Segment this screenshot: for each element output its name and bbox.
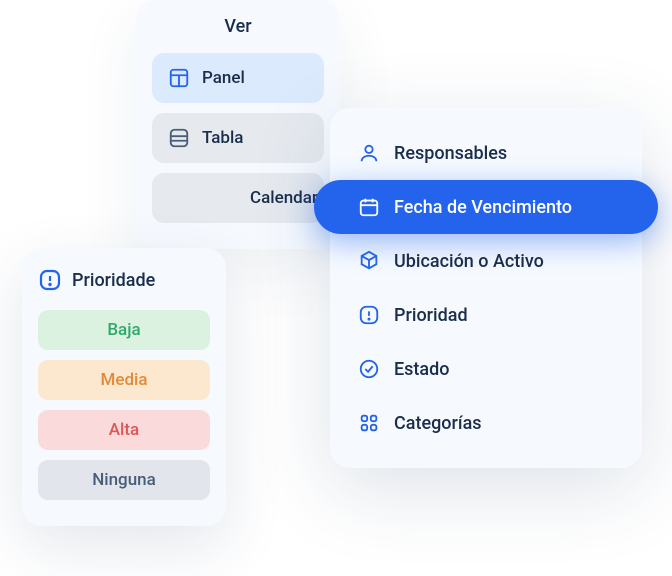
filter-item-label: Fecha de Vencimiento — [394, 197, 572, 218]
filter-item-prioridad[interactable]: Prioridad — [330, 288, 642, 342]
priority-panel-title: Prioridade — [72, 270, 155, 291]
view-option-label: Tabla — [202, 128, 243, 148]
check-circle-icon — [358, 358, 380, 380]
priority-chip-alta[interactable]: Alta — [38, 410, 210, 450]
priority-panel-header: Prioridade — [38, 268, 210, 292]
exclamation-icon — [358, 304, 380, 326]
view-option-panel[interactable]: Panel — [152, 53, 324, 103]
view-option-label: Panel — [202, 68, 245, 88]
priority-panel: Prioridade Baja Media Alta Ninguna — [22, 248, 226, 526]
calendar-icon — [358, 196, 380, 218]
priority-chip-media[interactable]: Media — [38, 360, 210, 400]
table-icon — [168, 127, 190, 149]
view-option-calendar[interactable]: Calendario — [152, 173, 324, 223]
filter-item-label: Estado — [394, 359, 450, 380]
view-option-label: Calendario — [202, 188, 324, 208]
priority-chip-ninguna[interactable]: Ninguna — [38, 460, 210, 500]
filter-item-fecha[interactable]: Fecha de Vencimiento — [314, 180, 658, 234]
view-option-table[interactable]: Tabla — [152, 113, 324, 163]
filter-item-label: Categorías — [394, 413, 482, 434]
priority-chip-baja[interactable]: Baja — [38, 310, 210, 350]
grid-icon — [358, 412, 380, 434]
view-selector-title: Ver — [152, 16, 324, 37]
filter-item-label: Ubicación o Activo — [394, 251, 544, 272]
filter-panel: Responsables Fecha de Vencimiento Ubicac… — [330, 108, 642, 468]
filter-item-categorias[interactable]: Categorías — [330, 396, 642, 450]
filter-item-label: Prioridad — [394, 305, 468, 326]
filter-item-label: Responsables — [394, 143, 507, 164]
filter-item-responsables[interactable]: Responsables — [330, 126, 642, 180]
cube-icon — [358, 250, 380, 272]
view-selector-panel: Ver Panel Tabla Calendario — [136, 0, 340, 249]
exclamation-icon — [38, 268, 62, 292]
filter-item-ubicacion[interactable]: Ubicación o Activo — [330, 234, 642, 288]
filter-item-estado[interactable]: Estado — [330, 342, 642, 396]
layout-grid-icon — [168, 67, 190, 89]
user-icon — [358, 142, 380, 164]
